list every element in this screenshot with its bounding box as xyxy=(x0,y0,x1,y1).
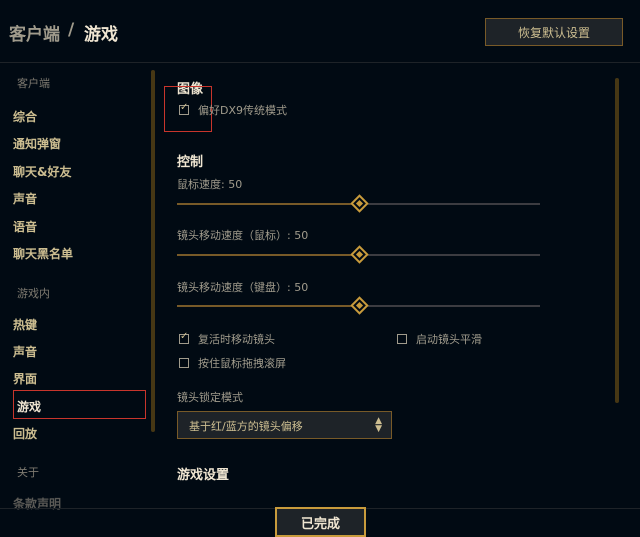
mouse-speed-slider[interactable] xyxy=(177,194,540,213)
sidebar-item-chat-blocklist[interactable]: 聊天黑名单 xyxy=(13,245,73,262)
sidebar-item-interface[interactable]: 界面 xyxy=(13,370,37,387)
drag-scroll-checkbox[interactable] xyxy=(179,358,189,368)
game-settings-heading: 游戏设置 xyxy=(177,468,230,483)
camera-keyboard-speed-slider-handle[interactable] xyxy=(350,296,369,315)
camera-mouse-speed-slider[interactable] xyxy=(177,245,540,264)
camera-mouse-speed-slider-fill xyxy=(177,254,359,256)
header: 客户端 / 游戏 恢复默认设置 xyxy=(0,0,640,64)
mouse-speed-label: 鼠标速度: 50 xyxy=(177,178,243,191)
camera-keyboard-speed-label: 镜头移动速度（键盘）: 50 xyxy=(177,281,309,294)
main-scrollbar[interactable] xyxy=(615,78,619,403)
active-item-highlight xyxy=(13,390,146,419)
sidebar-item-replays[interactable]: 回放 xyxy=(13,425,37,442)
respawn-move-camera-checkbox[interactable] xyxy=(179,331,189,344)
sidebar-item-ingame-sound[interactable]: 声音 xyxy=(13,343,37,360)
camera-lock-label: 镜头锁定模式 xyxy=(177,391,243,404)
chevron-up-down-icon: ▲ ▼ xyxy=(375,416,382,434)
done-button[interactable]: 已完成 xyxy=(275,507,366,537)
sidebar-section-client: 客户端 xyxy=(17,77,50,90)
sidebar-scrollbar[interactable] xyxy=(151,70,155,432)
breadcrumb-parent[interactable]: 客户端 xyxy=(9,20,60,45)
camera-lock-selected-value: 基于红/蓝方的镜头偏移 xyxy=(189,420,303,433)
sidebar-item-terms[interactable]: 条款声明 xyxy=(13,495,61,512)
control-heading: 控制 xyxy=(177,155,204,170)
camera-mouse-speed-slider-handle[interactable] xyxy=(350,245,369,264)
sidebar-item-chat-friends[interactable]: 聊天&好友 xyxy=(13,163,71,180)
dx9-label: 偏好DX9传统模式 xyxy=(198,104,288,117)
camera-keyboard-speed-slider-fill xyxy=(177,305,359,307)
page-title: 游戏 xyxy=(84,25,118,45)
sidebar-item-general[interactable]: 综合 xyxy=(13,108,37,125)
dx9-checkbox[interactable] xyxy=(179,102,189,115)
sidebar-item-client-sound[interactable]: 声音 xyxy=(13,190,37,207)
sidebar-section-ingame: 游戏内 xyxy=(17,287,50,300)
sidebar-item-hotkeys[interactable]: 热键 xyxy=(13,316,37,333)
sidebar-item-voice[interactable]: 语音 xyxy=(13,218,37,235)
camera-mouse-speed-label: 镜头移动速度（鼠标）: 50 xyxy=(177,229,309,242)
camera-smoothing-label: 启动镜头平滑 xyxy=(416,333,482,346)
mouse-speed-slider-handle[interactable] xyxy=(350,194,369,213)
drag-scroll-label: 按住鼠标拖拽滚屏 xyxy=(198,357,286,370)
camera-keyboard-speed-slider[interactable] xyxy=(177,296,540,315)
restore-defaults-button[interactable]: 恢复默认设置 xyxy=(485,18,623,46)
camera-lock-dropdown[interactable]: 基于红/蓝方的镜头偏移 ▲ ▼ xyxy=(177,411,392,439)
sidebar-item-notifications[interactable]: 通知弹窗 xyxy=(13,135,61,152)
breadcrumb-separator: / xyxy=(68,20,75,40)
sidebar-section-about: 关于 xyxy=(17,466,39,479)
respawn-move-camera-label: 复活时移动镜头 xyxy=(198,333,275,346)
header-divider xyxy=(0,62,640,63)
camera-smoothing-checkbox[interactable] xyxy=(397,334,407,344)
mouse-speed-slider-fill xyxy=(177,203,359,205)
